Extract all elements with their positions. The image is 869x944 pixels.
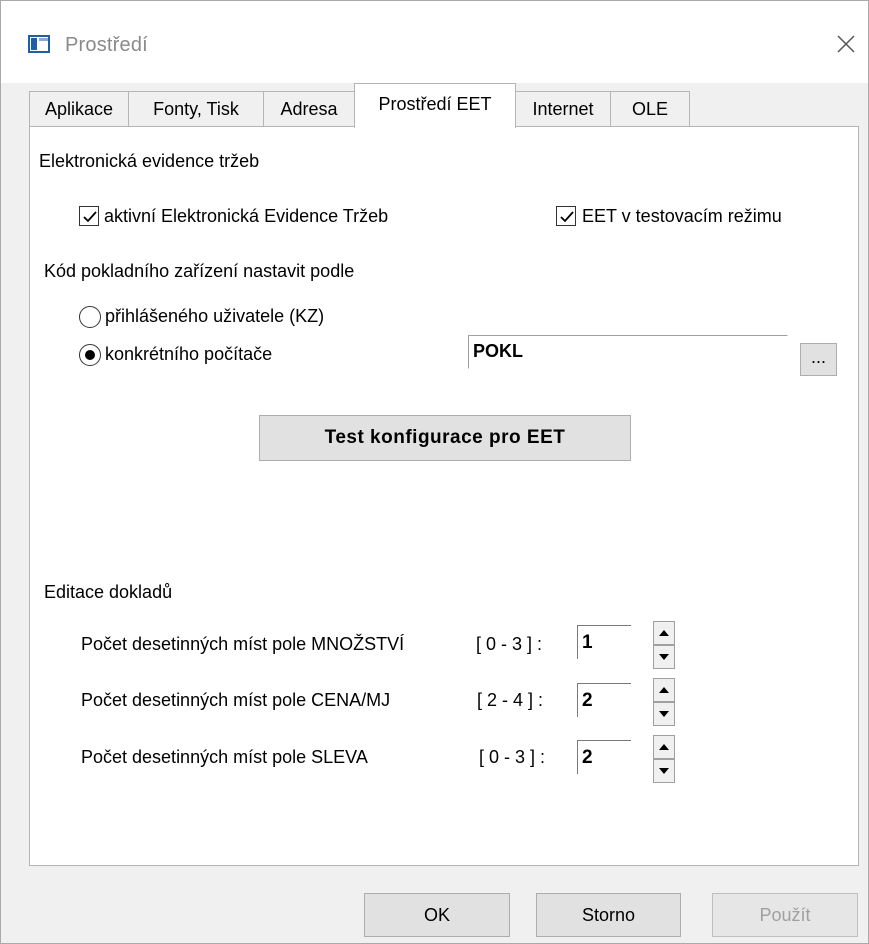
arrow-down-icon — [659, 654, 669, 660]
checkmark-icon — [560, 211, 574, 223]
computer-code-field[interactable]: POKL — [468, 335, 788, 369]
decimal-qty-label: Počet desetinných míst pole MNOŽSTVÍ — [81, 634, 405, 654]
tab-internet[interactable]: Internet — [515, 91, 611, 128]
arrow-down-icon — [659, 711, 669, 717]
decimal-discount-range: [ 0 - 3 ] : — [479, 747, 546, 767]
cancel-button[interactable]: Storno — [536, 893, 681, 937]
title-bar: Prostředí — [1, 1, 868, 83]
decimal-qty-spinner[interactable] — [653, 621, 675, 669]
tab-prostredi-eet[interactable]: Prostředí EET — [354, 83, 516, 128]
spinner-up-button[interactable] — [653, 678, 675, 702]
eet-active-label[interactable]: aktivní Elektronická Evidence Tržeb — [104, 206, 388, 227]
apply-button[interactable]: Použít — [712, 893, 858, 937]
checkmark-icon — [83, 211, 97, 223]
arrow-up-icon — [659, 687, 669, 693]
tab-ole[interactable]: OLE — [610, 91, 690, 128]
ok-button[interactable]: OK — [364, 893, 510, 937]
decimal-qty-range: [ 0 - 3 ] : — [476, 634, 543, 654]
decimal-discount-spinner[interactable] — [653, 735, 675, 783]
window-title: Prostředí — [65, 34, 148, 56]
arrow-down-icon — [659, 768, 669, 774]
tab-panel-eet: Elektronická evidence tržeb aktivní Elek… — [29, 126, 859, 866]
decimal-discount-input[interactable]: 2 — [577, 740, 631, 774]
spinner-down-button[interactable] — [653, 702, 675, 726]
spinner-up-button[interactable] — [653, 621, 675, 645]
radio-specific-computer-label[interactable]: konkrétního počítače — [105, 344, 272, 365]
eet-test-mode-label[interactable]: EET v testovacím režimu — [582, 206, 782, 227]
tab-strip: Aplikace Fonty, Tisk Adresa Prostředí EE… — [29, 83, 859, 128]
test-config-button[interactable]: Test konfigurace pro EET — [259, 415, 631, 461]
decimal-price-range: [ 2 - 4 ] : — [477, 690, 544, 710]
arrow-up-icon — [659, 744, 669, 750]
doc-edit-section-title: Editace dokladů — [44, 582, 173, 602]
tab-adresa[interactable]: Adresa — [263, 91, 355, 128]
radio-logged-user[interactable] — [79, 306, 101, 328]
eet-test-mode-checkbox[interactable] — [556, 206, 576, 226]
radio-selected-dot — [85, 350, 95, 360]
dialog-window: Prostředí Aplikace Fonty, Tisk Adresa Pr… — [0, 0, 869, 944]
spinner-down-button[interactable] — [653, 645, 675, 669]
tab-fonty-tisk[interactable]: Fonty, Tisk — [128, 91, 264, 128]
arrow-up-icon — [659, 630, 669, 636]
decimal-price-input[interactable]: 2 — [577, 683, 631, 717]
decimal-qty-input[interactable]: 1 — [577, 625, 631, 659]
radio-logged-user-label[interactable]: přihlášeného uživatele (KZ) — [105, 306, 324, 327]
close-icon[interactable] — [833, 31, 859, 57]
tab-aplikace[interactable]: Aplikace — [29, 91, 129, 128]
eet-section-title: Elektronická evidence tržeb — [39, 151, 260, 171]
decimal-price-spinner[interactable] — [653, 678, 675, 726]
spinner-up-button[interactable] — [653, 735, 675, 759]
eet-active-checkbox[interactable] — [79, 206, 99, 226]
window-app-icon — [28, 35, 50, 53]
decimal-price-label: Počet desetinných míst pole CENA/MJ — [81, 690, 391, 710]
spinner-down-button[interactable] — [653, 759, 675, 783]
decimal-discount-label: Počet desetinných míst pole SLEVA — [81, 747, 368, 767]
device-code-title: Kód pokladního zařízení nastavit podle — [44, 261, 355, 281]
radio-specific-computer[interactable] — [79, 344, 101, 366]
browse-button[interactable]: ... — [800, 343, 837, 376]
dialog-footer: OK Storno Použít — [1, 867, 868, 943]
